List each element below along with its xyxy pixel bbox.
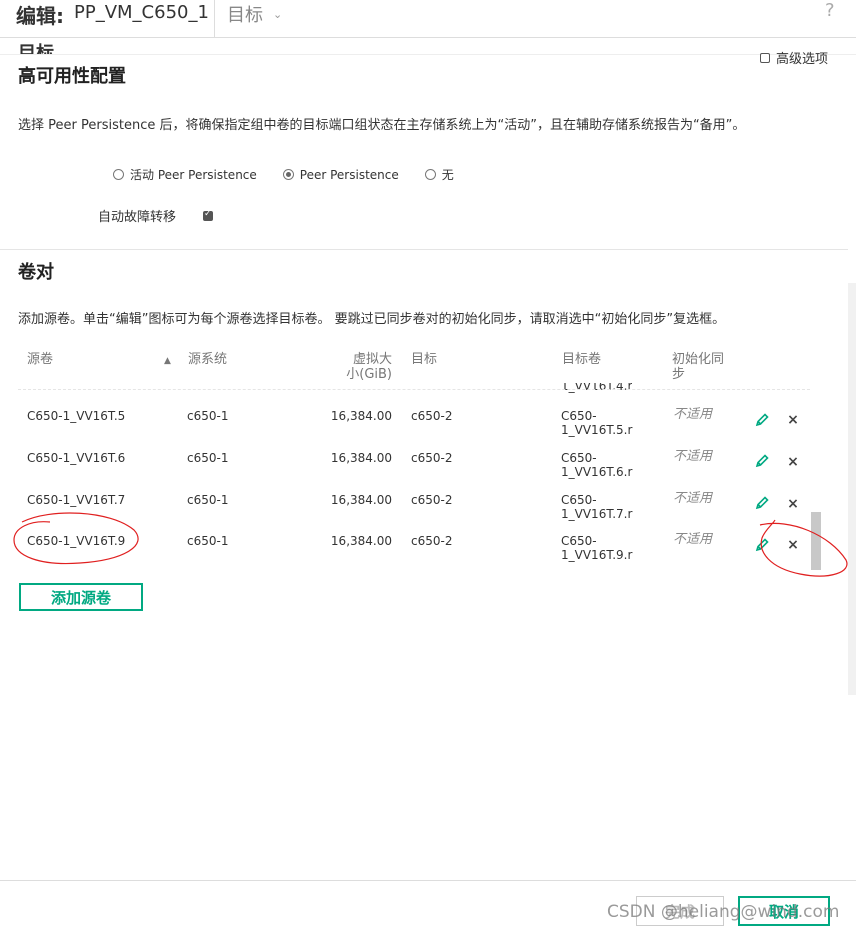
- cell-target: c650-2: [411, 451, 453, 465]
- volume-pairs-title: 卷对: [18, 262, 54, 283]
- cell-target-volume-line2: 1_VV16T.6.r: [561, 465, 633, 479]
- help-icon[interactable]: ?: [825, 0, 835, 21]
- col-header-init-line1: 初始化同: [672, 352, 725, 367]
- table-scrollbar-thumb[interactable]: [811, 512, 821, 570]
- cell-source-system: c650-1: [187, 451, 229, 465]
- dialog-scrollbar[interactable]: [848, 283, 856, 695]
- radio-active-peer-persistence[interactable]: 活动 Peer Persistence: [113, 166, 257, 183]
- col-header-init-sync[interactable]: 初始化同 步: [672, 352, 724, 382]
- cell-source-volume: C650-1_VV16T.5: [27, 409, 126, 423]
- divider: [0, 54, 856, 55]
- cell-target-volume-line2: 1_VV16T.9.r: [561, 548, 633, 562]
- cell-target-volume-line2: 1_VV16T.5.r: [561, 423, 633, 437]
- delete-x-icon[interactable]: ×: [786, 455, 800, 469]
- edit-pencil-icon[interactable]: [754, 495, 770, 511]
- advanced-options-label: 高级选项: [776, 52, 829, 67]
- cell-target-volume-line1: C650-: [561, 534, 597, 548]
- delete-x-icon[interactable]: ×: [786, 497, 800, 511]
- cell-source-volume: C650-1_VV16T.9: [27, 534, 126, 548]
- cell-target: c650-2: [411, 409, 453, 423]
- edit-pencil-icon[interactable]: [754, 537, 770, 553]
- cell-source-volume: C650-1_VV16T.6: [27, 451, 126, 465]
- cell-target-volume-line1: C650-: [561, 493, 597, 507]
- radio-button[interactable]: [424, 169, 436, 180]
- delete-x-icon[interactable]: ×: [786, 413, 800, 427]
- cell-target-volume-line1: C650-: [561, 451, 597, 465]
- footer-divider: [0, 880, 856, 881]
- col-header-source-system[interactable]: 源系统: [188, 352, 227, 367]
- cell-init-sync: 不适用: [673, 449, 713, 464]
- cell-target-volume: C650- 1_VV16T.6.r: [561, 451, 641, 479]
- radio-button[interactable]: [113, 169, 124, 180]
- cell-size: 16,384.00: [330, 534, 392, 548]
- ha-section-title: 高可用性配置: [18, 66, 126, 87]
- cell-target: c650-2: [411, 534, 453, 548]
- cell-target-volume: C650- 1_VV16T.7.r: [561, 493, 641, 521]
- cell-target-volume-line2: 1_VV16T.7.r: [561, 507, 633, 521]
- col-header-virtual-size[interactable]: 虚拟大 小(GiB): [340, 352, 392, 382]
- dialog-header: 编辑: PP_VM_C650_1 目标 ⌄ ?: [0, 0, 856, 38]
- auto-failover-checkbox[interactable]: [203, 209, 213, 221]
- col-header-size-line1: 虚拟大: [352, 352, 392, 367]
- sort-ascending-icon[interactable]: ▲: [164, 356, 171, 366]
- dialog-title-value: PP_VM_C650_1: [74, 2, 209, 23]
- annotation-circle-row-actions: [759, 519, 848, 577]
- radio-label: 无: [441, 168, 454, 182]
- cell-source-system: c650-1: [187, 493, 229, 507]
- scrolled-section-title: 目标: [18, 43, 54, 54]
- cell-target-volume: C650- 1_VV16T.9.r: [561, 534, 641, 562]
- cell-target-volume: C650- 1_VV16T.5.r: [561, 409, 641, 437]
- col-header-target[interactable]: 目标: [411, 352, 437, 367]
- divider: [0, 249, 848, 250]
- annotation-overlay: [13, 512, 848, 577]
- radio-button-selected[interactable]: [282, 169, 294, 180]
- cell-size: 16,384.00: [330, 451, 392, 465]
- cell-size: 16,384.00: [330, 409, 392, 423]
- header-separator: [214, 0, 215, 38]
- cell-source-system: c650-1: [187, 409, 229, 423]
- add-source-volume-button[interactable]: 添加源卷: [19, 583, 143, 611]
- col-header-source-volume[interactable]: 源卷: [27, 352, 53, 367]
- cell-source-system: c650-1: [187, 534, 229, 548]
- cell-target: c650-2: [411, 493, 453, 507]
- advanced-options-toggle[interactable]: 高级选项: [760, 48, 828, 67]
- cell-size: 16,384.00: [330, 493, 392, 507]
- advanced-options-checkbox[interactable]: [760, 52, 770, 63]
- col-header-size-line2: 小(GiB): [346, 367, 392, 382]
- persistence-radio-group: 活动 Peer Persistence Peer Persistence 无: [113, 166, 480, 183]
- dialog-title-label: 编辑:: [16, 4, 64, 28]
- auto-failover-label: 自动故障转移: [98, 210, 177, 225]
- table-divider: [18, 389, 810, 390]
- cell-target-volume-line1: C650-: [561, 409, 597, 423]
- radio-label: Peer Persistence: [299, 167, 399, 182]
- section-selector[interactable]: 目标: [227, 1, 263, 27]
- edit-pencil-icon[interactable]: [754, 453, 770, 469]
- col-header-init-line2: 步: [672, 367, 686, 382]
- delete-x-icon[interactable]: ×: [786, 538, 800, 552]
- cell-init-sync: 不适用: [673, 491, 713, 506]
- col-header-target-volume[interactable]: 目标卷: [562, 352, 601, 367]
- radio-label: 活动 Peer Persistence: [130, 168, 257, 182]
- chevron-down-icon[interactable]: ⌄: [273, 8, 282, 21]
- watermark-text: CSDN @heliang@wind.com: [607, 902, 840, 922]
- radio-none[interactable]: 无: [424, 166, 454, 183]
- radio-peer-persistence[interactable]: Peer Persistence: [282, 167, 399, 182]
- cell-init-sync: 不适用: [673, 407, 713, 422]
- cell-source-volume: C650-1_VV16T.7: [27, 493, 126, 507]
- cell-init-sync: 不适用: [673, 532, 713, 547]
- edit-pencil-icon[interactable]: [754, 412, 770, 428]
- volume-pairs-description: 添加源卷。单击“编辑”图标可为每个源卷选择目标卷。 要跳过已同步卷对的初始化同步…: [18, 312, 726, 327]
- ha-description: 选择 Peer Persistence 后，将确保指定组中卷的目标端口组状态在主…: [18, 118, 746, 133]
